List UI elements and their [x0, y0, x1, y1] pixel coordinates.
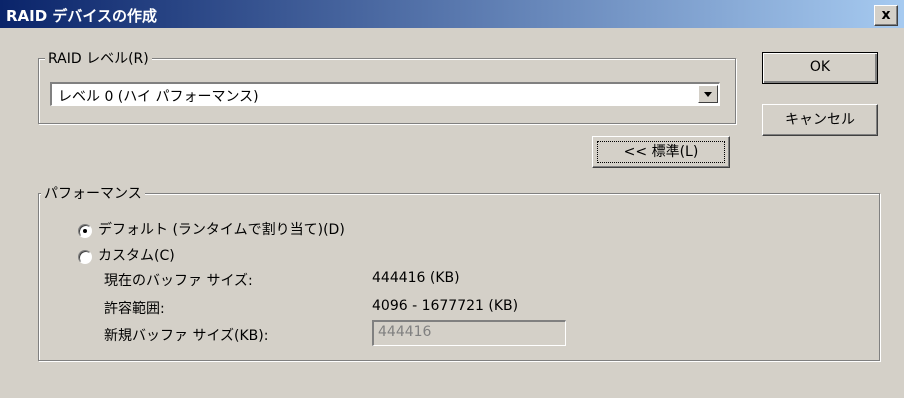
raid-level-selected-value: レベル 0 (ハイ パフォーマンス) — [58, 89, 259, 105]
ok-button-label: OK — [809, 59, 831, 75]
default-radio[interactable] — [78, 224, 92, 238]
allowed-range-label: 許容範囲: — [104, 301, 165, 317]
cancel-button-label: キャンセル — [785, 112, 855, 128]
window-title: RAID デバイスの作成 — [6, 7, 157, 25]
raid-level-select[interactable]: レベル 0 (ハイ パフォーマンス) — [50, 82, 720, 106]
ok-button[interactable]: OK — [762, 52, 878, 84]
performance-label: パフォーマンス — [41, 183, 145, 203]
chevron-down-icon[interactable] — [698, 85, 718, 103]
new-buffer-value: 444416 — [378, 324, 432, 340]
custom-radio[interactable] — [78, 250, 92, 264]
default-option-label[interactable]: デフォルト (ランタイムで割り当て)(D) — [98, 219, 345, 239]
current-buffer-value: 444416 (KB) — [372, 270, 460, 286]
close-button[interactable]: x — [874, 5, 898, 26]
custom-option-label[interactable]: カスタム(C) — [98, 245, 175, 265]
allowed-range-value: 4096 - 1677721 (KB) — [372, 298, 519, 314]
raid-level-label: RAID レベル(R) — [45, 48, 152, 68]
focus-rectangle — [597, 141, 725, 163]
cancel-button[interactable]: キャンセル — [762, 104, 878, 136]
current-buffer-label: 現在のバッファ サイズ: — [104, 273, 253, 289]
new-buffer-input[interactable]: 444416 — [372, 320, 566, 346]
title-bar[interactable]: RAID デバイスの作成 x — [0, 0, 904, 28]
new-buffer-label: 新規バッファ サイズ(KB): — [104, 328, 269, 344]
raid-create-dialog: RAID デバイスの作成 x RAID レベル(R) レベル 0 (ハイ パフォ… — [0, 0, 904, 398]
standard-button[interactable]: << 標準(L) — [592, 136, 730, 168]
